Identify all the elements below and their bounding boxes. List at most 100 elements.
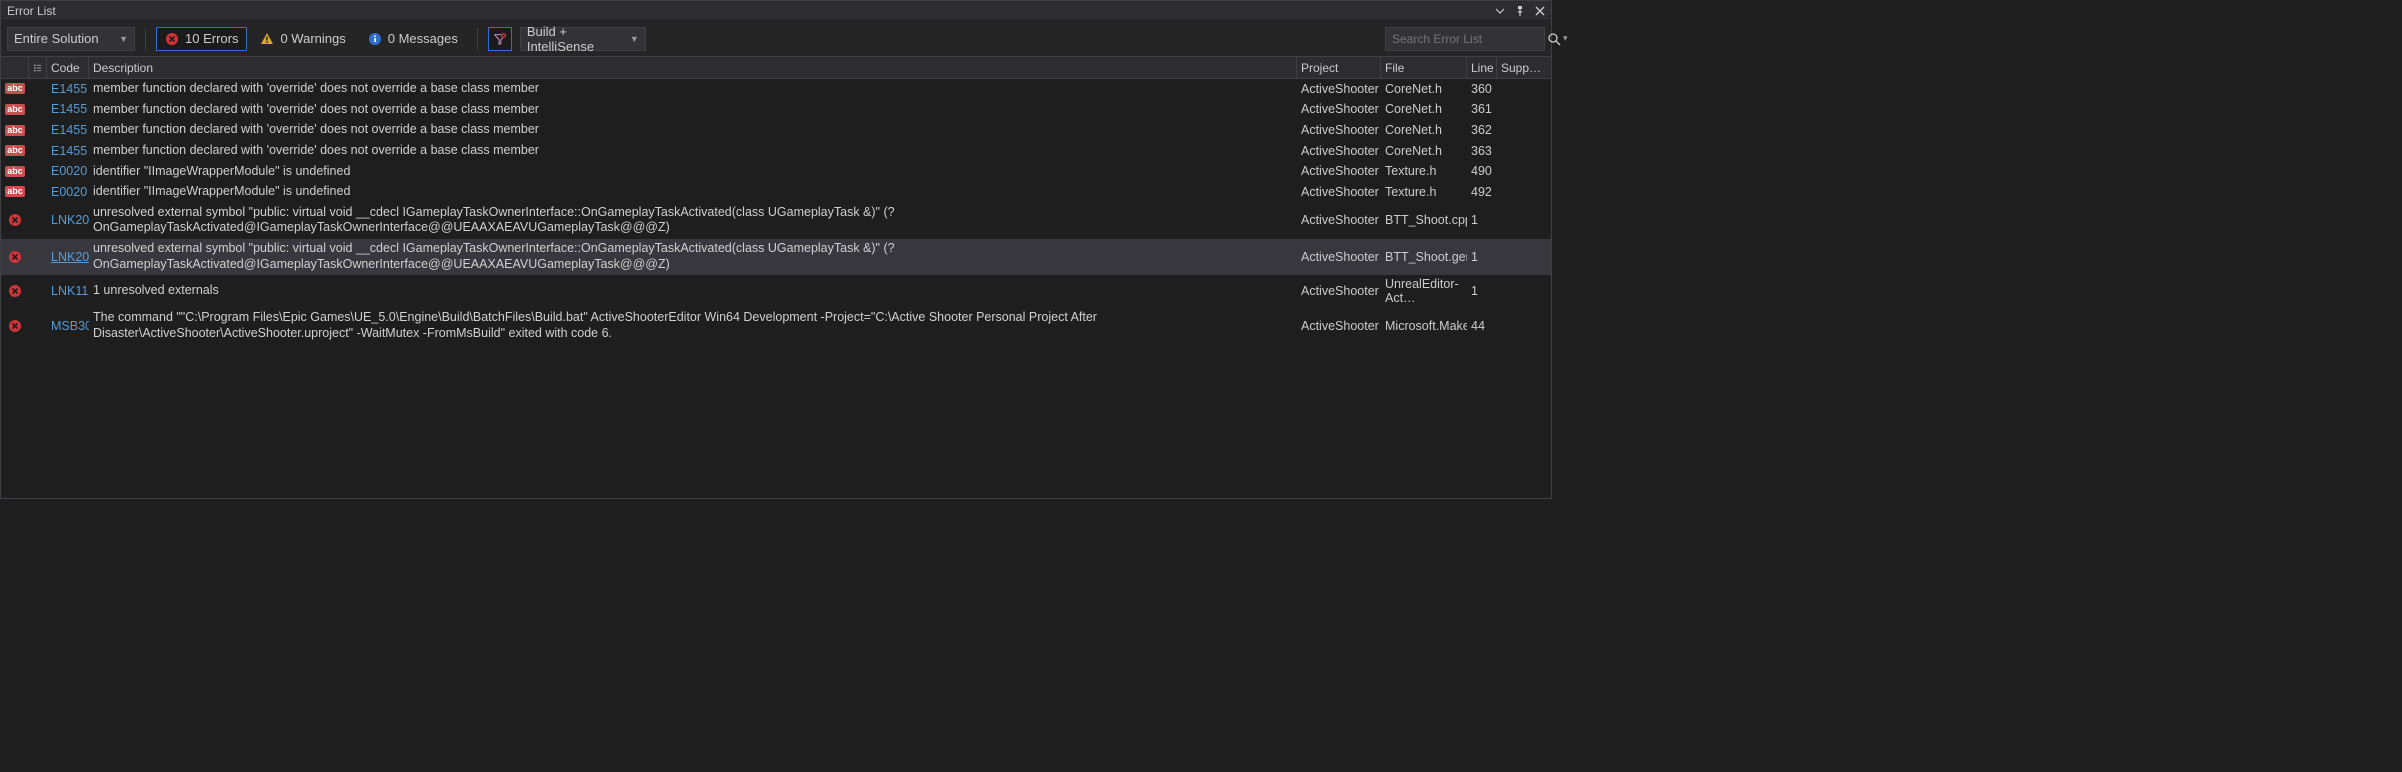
row-code[interactable]: E0020 (47, 163, 89, 181)
intellisense-icon: abc (5, 145, 25, 156)
error-row[interactable]: LNK11201 unresolved externalsActiveShoot… (1, 275, 1551, 308)
chevron-down-icon: ▼ (630, 34, 639, 44)
close-icon[interactable] (1533, 4, 1547, 18)
row-code[interactable]: E1455 (47, 121, 89, 139)
table-header: Code Description Project File Line Supp… (1, 57, 1551, 79)
row-code[interactable]: E1455 (47, 142, 89, 160)
row-suppression (1497, 204, 1551, 237)
error-row[interactable]: LNK2001unresolved external symbol "publi… (1, 203, 1551, 239)
row-order-cell (29, 163, 47, 181)
row-code[interactable]: E0020 (47, 183, 89, 201)
row-description: The command ""C:\Program Files\Epic Game… (89, 309, 1297, 342)
row-icon-cell: abc (1, 142, 29, 160)
row-project: ActiveShooter (1297, 80, 1381, 98)
error-row[interactable]: abc E0020identifier "IImageWrapperModule"… (1, 162, 1551, 183)
row-icon-cell: abc (1, 163, 29, 181)
row-icon-cell (1, 276, 29, 306)
search-input[interactable] (1392, 32, 1547, 46)
errors-count-label: 10 Errors (185, 31, 238, 46)
row-suppression (1497, 309, 1551, 342)
row-file: CoreNet.h (1381, 121, 1467, 139)
source-label: Build + IntelliSense (527, 24, 624, 54)
chevron-down-icon: ▼ (119, 34, 128, 44)
column-header-default-order[interactable] (29, 57, 47, 78)
error-rows-container: abcE1455member function declared with 'o… (1, 79, 1551, 498)
warnings-filter-button[interactable]: 0 Warnings (251, 27, 354, 51)
row-icon-cell (1, 309, 29, 342)
pin-icon[interactable] (1513, 4, 1527, 18)
row-project: ActiveShooter (1297, 276, 1381, 306)
row-line: 363 (1467, 142, 1497, 160)
error-icon (8, 213, 22, 227)
errors-filter-button[interactable]: 10 Errors (156, 27, 247, 51)
toolbar: Entire Solution ▼ 10 Errors 0 Warnings (1, 21, 1551, 57)
column-header-description[interactable]: Description (89, 57, 1297, 78)
row-code[interactable]: E1455 (47, 101, 89, 119)
scope-label: Entire Solution (14, 31, 99, 46)
clear-filter-button[interactable] (488, 27, 512, 51)
error-row[interactable]: abcE1455member function declared with 'o… (1, 100, 1551, 121)
row-line: 44 (1467, 309, 1497, 342)
column-header-suppression[interactable]: Supp… (1497, 57, 1551, 78)
error-row[interactable]: abcE1455member function declared with 'o… (1, 141, 1551, 162)
row-code[interactable]: MSB3073 (47, 309, 89, 342)
error-icon (8, 284, 22, 298)
error-row[interactable]: LNK2001unresolved external symbol "publi… (1, 239, 1551, 275)
row-file: BTT_Shoot.gen.c… (1381, 240, 1467, 273)
row-description: member function declared with 'override'… (89, 101, 1297, 119)
row-order-cell (29, 183, 47, 201)
row-code[interactable]: LNK1120 (47, 276, 89, 306)
column-header-code[interactable]: Code (47, 57, 89, 78)
filter-icon (493, 32, 507, 46)
row-code[interactable]: LNK2001 (47, 240, 89, 273)
row-code[interactable]: E1455 (47, 80, 89, 98)
column-header-file[interactable]: File (1381, 57, 1467, 78)
row-suppression (1497, 121, 1551, 139)
messages-filter-button[interactable]: 0 Messages (359, 27, 467, 51)
row-icon-cell: abc (1, 80, 29, 98)
row-project: ActiveShooter (1297, 240, 1381, 273)
row-line: 362 (1467, 121, 1497, 139)
row-line: 360 (1467, 80, 1497, 98)
row-project: ActiveShooter (1297, 121, 1381, 139)
error-icon (8, 250, 22, 264)
column-header-line[interactable]: Line (1467, 57, 1497, 78)
row-line: 1 (1467, 240, 1497, 273)
row-code[interactable]: LNK2001 (47, 204, 89, 237)
scope-dropdown[interactable]: Entire Solution ▼ (7, 27, 135, 51)
warning-icon (260, 32, 274, 46)
row-suppression (1497, 142, 1551, 160)
row-order-cell (29, 80, 47, 98)
info-icon (368, 32, 382, 46)
separator (477, 28, 478, 50)
error-row[interactable]: MSB3073The command ""C:\Program Files\Ep… (1, 308, 1551, 344)
error-icon (8, 319, 22, 333)
row-description: 1 unresolved externals (89, 276, 1297, 306)
row-project: ActiveShooter (1297, 204, 1381, 237)
error-row[interactable]: abcE1455member function declared with 'o… (1, 79, 1551, 100)
search-icon[interactable] (1547, 32, 1561, 46)
row-file: BTT_Shoot.cpp.obj (1381, 204, 1467, 237)
error-row[interactable]: abcE0020identifier "IImageWrapperModule"… (1, 182, 1551, 203)
row-file: CoreNet.h (1381, 80, 1467, 98)
column-header-category[interactable] (1, 57, 29, 78)
row-file: Texture.h (1381, 183, 1467, 201)
window-title: Error List (7, 4, 56, 18)
source-dropdown[interactable]: Build + IntelliSense ▼ (520, 27, 646, 51)
search-box[interactable]: ▾ (1385, 27, 1545, 51)
row-file: UnrealEditor-Act… (1381, 276, 1467, 306)
row-order-cell (29, 101, 47, 119)
separator (145, 28, 146, 50)
row-icon-cell (1, 204, 29, 237)
row-project: ActiveShooter (1297, 163, 1381, 181)
error-row[interactable]: abcE1455member function declared with 'o… (1, 120, 1551, 141)
row-project: ActiveShooter (1297, 101, 1381, 119)
intellisense-icon: abc (5, 83, 25, 94)
row-line: 1 (1467, 276, 1497, 306)
row-description: identifier "IImageWrapperModule" is unde… (89, 163, 1297, 181)
window-options-icon[interactable] (1493, 4, 1507, 18)
chevron-down-icon[interactable]: ▾ (1563, 33, 1568, 44)
row-file: CoreNet.h (1381, 101, 1467, 119)
warnings-count-label: 0 Warnings (280, 31, 345, 46)
column-header-project[interactable]: Project (1297, 57, 1381, 78)
